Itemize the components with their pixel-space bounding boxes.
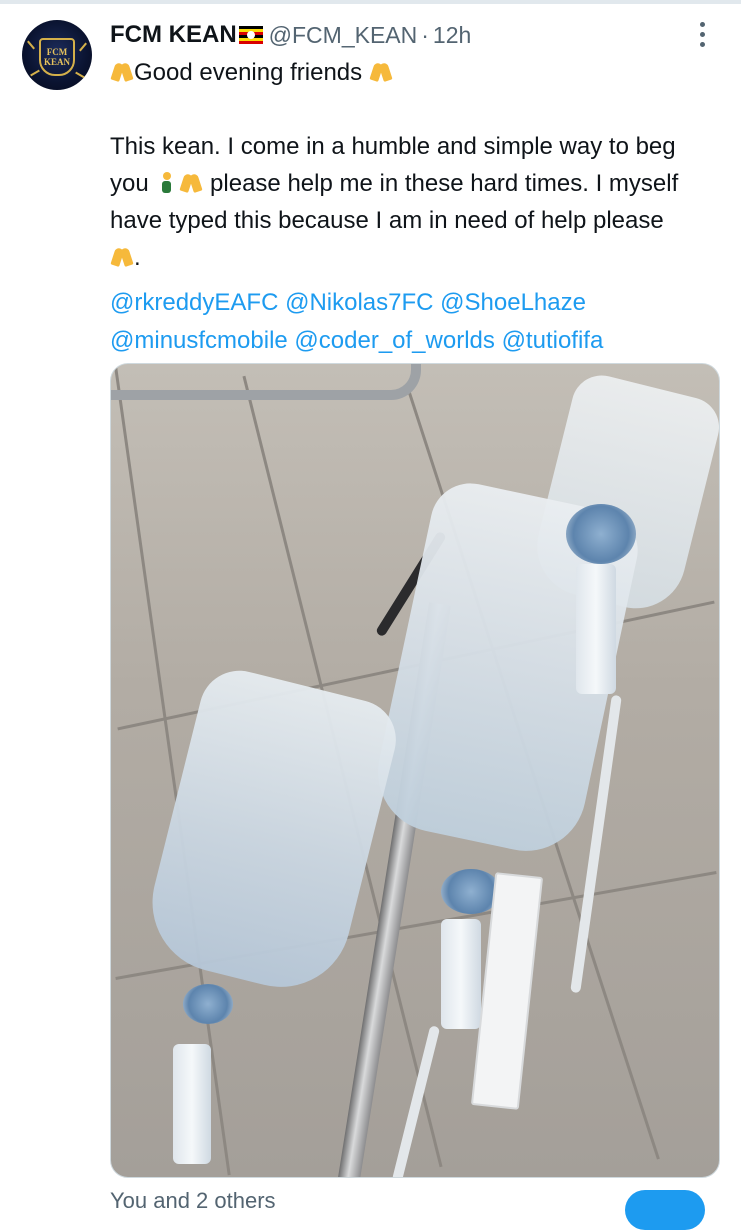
body-line-2-start: you (110, 170, 149, 197)
top-divider (0, 0, 741, 4)
mentions-row-1: @rkreddyEAFC @Nikolas7FC @ShoeLhaze (110, 284, 730, 322)
drip-chamber (441, 919, 481, 1029)
mention-link[interactable]: @Nikolas7FC (285, 289, 433, 316)
mentions-block: @rkreddyEAFC @Nikolas7FC @ShoeLhaze @min… (110, 284, 730, 360)
avatar-text-bottom: KEAN (43, 57, 70, 67)
tweet-text: Good evening friends This kean. I come i… (110, 54, 725, 276)
iv-tube (391, 1025, 441, 1177)
avatar-text-top: FCM (46, 47, 68, 57)
more-dots-icon[interactable] (700, 22, 705, 47)
compose-button[interactable] (625, 1190, 705, 1230)
body-line-2-end: please help me in these hard times. I my… (210, 170, 679, 197)
body-line-2: you please help me in these hard times. … (110, 165, 725, 202)
body-line-3: have typed this because I am in need of … (110, 207, 664, 234)
iv-bag-left (137, 662, 405, 1002)
user-handle[interactable]: @FCM_KEAN (269, 22, 418, 49)
mention-link[interactable]: @tutiofifa (502, 327, 604, 354)
display-name[interactable]: FCM KEAN (110, 21, 237, 49)
drip-chamber (173, 1044, 211, 1164)
mention-link[interactable]: @coder_of_worlds (294, 327, 494, 354)
iv-stand-rail (111, 364, 421, 400)
kneeling-person-icon (157, 172, 177, 194)
body-line-4: . (110, 239, 725, 276)
likes-summary[interactable]: You and 2 others (110, 1188, 276, 1214)
folded-hands-icon (371, 62, 391, 82)
folded-hands-icon (112, 247, 132, 267)
folded-hands-icon (181, 173, 201, 193)
mention-link[interactable]: @ShoeLhaze (440, 289, 586, 316)
drip-chamber (576, 564, 616, 694)
mention-link[interactable]: @rkreddyEAFC (110, 289, 278, 316)
bag-port (183, 984, 233, 1024)
uganda-flag-icon (238, 26, 263, 44)
header-separator: · (421, 21, 429, 48)
body-line-4-end: . (134, 244, 141, 271)
body-line-1: This kean. I come in a humble and simple… (110, 133, 676, 160)
bag-port (566, 504, 636, 564)
tweet-photo[interactable] (110, 363, 720, 1178)
mentions-row-2: @minusfcmobile @coder_of_worlds @tutiofi… (110, 322, 730, 360)
folded-hands-icon (112, 62, 132, 82)
mention-link[interactable]: @minusfcmobile (110, 327, 288, 354)
greeting-line: Good evening friends (110, 54, 725, 91)
timestamp[interactable]: 12h (433, 22, 471, 49)
greeting-text: Good evening friends (134, 59, 363, 86)
tweet-header: FCM KEAN @FCM_KEAN · 12h (110, 20, 471, 50)
profile-avatar[interactable]: FCM KEAN (22, 20, 92, 90)
avatar-crest: FCM KEAN (39, 38, 75, 76)
